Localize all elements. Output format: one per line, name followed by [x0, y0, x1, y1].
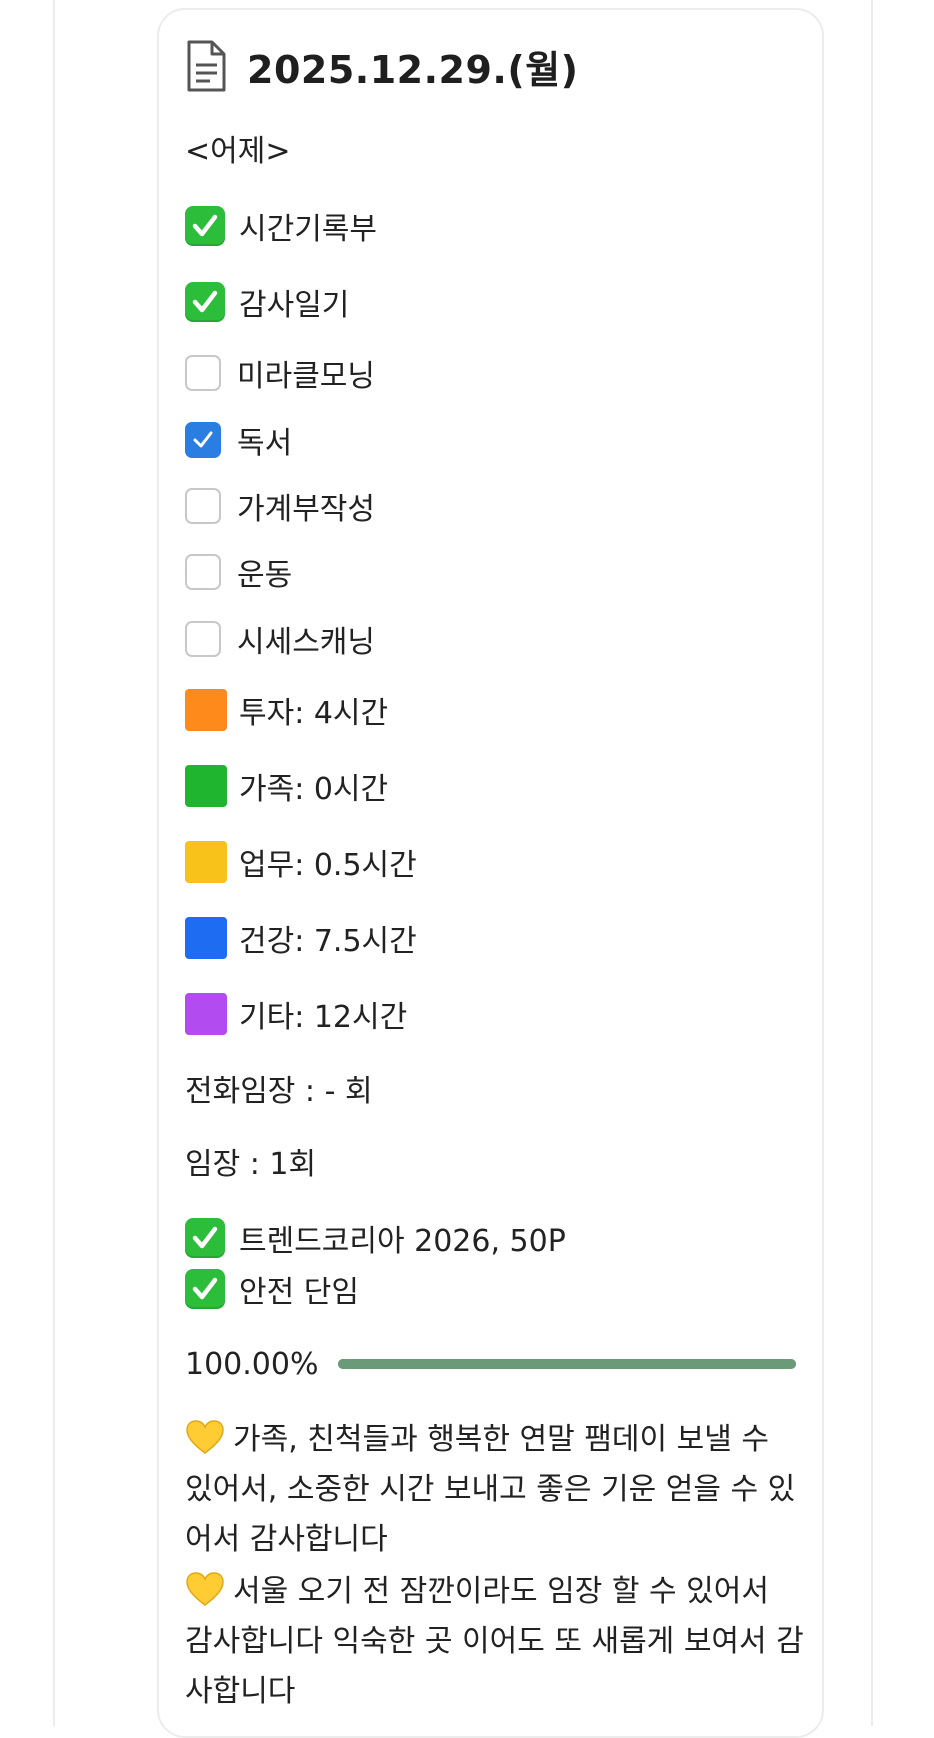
section-label: <어제> [185, 134, 291, 169]
time-log-label: 가족: 0시간 [239, 772, 389, 807]
purple-square-icon [185, 993, 227, 1035]
reading-item: 트렌드코리아 2026, 50P [185, 1216, 566, 1260]
gratitude-text: 가족, 친척들과 행복한 연말 팸데이 보낼 수 있어서, 소중한 시간 보내고… [185, 1422, 796, 1557]
site-visit-row: 임장 : 1회 [185, 1141, 317, 1182]
reading-label: 안전 단임 [239, 1275, 359, 1310]
document-icon [187, 40, 226, 92]
title-row: 2025.12.29.(월) [185, 36, 579, 96]
progress-fill [338, 1359, 796, 1369]
blue-square-icon [185, 917, 227, 959]
time-log-label: 업무: 0.5시간 [239, 848, 417, 883]
habit-label: 독서 [237, 426, 293, 461]
reading-item: 안전 단임 [185, 1267, 359, 1311]
gratitude-entry: 서울 오기 전 잠깐이라도 임장 할 수 있어서 감사합니다 익숙한 곳 이어도… [185, 1567, 805, 1717]
reading-label: 트렌드코리아 2026, 50P [239, 1224, 566, 1259]
habit-label: 시세스캐닝 [237, 625, 375, 660]
check-mark-button-icon [185, 1269, 225, 1309]
time-log-item: 가족: 0시간 [185, 764, 388, 808]
phone-visit-row: 전화임장 : - 회 [185, 1068, 373, 1109]
habit-item: 시간기록부 [185, 204, 377, 248]
habit-item: 운동 [185, 552, 293, 593]
habit-label: 미라클모닝 [237, 359, 375, 394]
checkbox[interactable] [185, 488, 221, 524]
time-log-label: 건강: 7.5시간 [239, 924, 417, 959]
yellow-square-icon [185, 841, 227, 883]
green-square-icon [185, 765, 227, 807]
check-mark-button-icon [185, 1218, 225, 1258]
check-mark-button-icon [185, 282, 225, 322]
time-log-label: 투자: 4시간 [239, 696, 389, 731]
phone-visit-text: 전화임장 : - 회 [185, 1074, 373, 1109]
habit-item: 가계부작성 [185, 486, 375, 527]
checkbox[interactable] [185, 355, 221, 391]
progress-label: 100.00% [185, 1346, 319, 1382]
gratitude-text: 서울 오기 전 잠깐이라도 임장 할 수 있어서 감사합니다 익숙한 곳 이어도… [185, 1574, 804, 1709]
habit-label: 시간기록부 [239, 212, 377, 247]
time-log-label: 기타: 12시간 [239, 1000, 408, 1035]
yellow-heart-icon [186, 1572, 224, 1606]
habit-label: 운동 [237, 558, 293, 593]
site-visit-text: 임장 : 1회 [185, 1147, 317, 1182]
habit-item: 시세스캐닝 [185, 619, 375, 660]
time-log-item: 건강: 7.5시간 [185, 916, 417, 960]
time-log-item: 업무: 0.5시간 [185, 840, 417, 884]
habit-item: 감사일기 [185, 280, 349, 324]
time-log-item: 기타: 12시간 [185, 992, 407, 1036]
habit-item: 독서 [185, 420, 293, 461]
time-log-item: 투자: 4시간 [185, 688, 388, 732]
progress-row: 100.00% [185, 1344, 318, 1384]
habit-label: 감사일기 [239, 288, 350, 323]
gratitude-entry: 가족, 친척들과 행복한 연말 팸데이 보낼 수 있어서, 소중한 시간 보내고… [185, 1415, 805, 1565]
orange-square-icon [185, 689, 227, 731]
habit-label: 가계부작성 [237, 492, 375, 527]
progress-bar [338, 1359, 796, 1369]
page-title: 2025.12.29.(월) [247, 47, 579, 92]
habit-item: 미라클모닝 [185, 353, 375, 394]
checkbox[interactable] [185, 554, 221, 590]
checkbox-checked[interactable] [185, 422, 221, 458]
checkbox[interactable] [185, 621, 221, 657]
yellow-heart-icon [186, 1420, 224, 1454]
check-mark-button-icon [185, 206, 225, 246]
section-label-row: <어제> [185, 128, 291, 169]
